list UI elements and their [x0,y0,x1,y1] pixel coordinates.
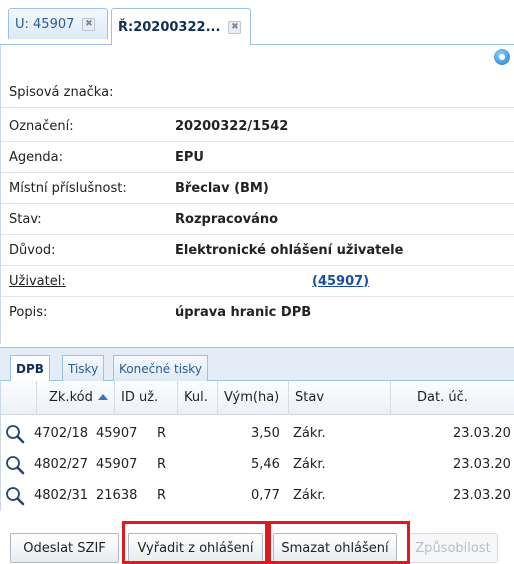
field-value: Elektronické ohlášení uživatele [175,242,404,258]
field-popis: Popis: úprava hranic DPB [1,297,514,328]
cell-stav: Zákr. [293,488,326,503]
cell-vymera: 3,50 [251,426,280,441]
user-label-link[interactable]: Uživatel: [9,274,66,289]
tab-request[interactable]: Ř:20200322... ✖ [111,8,251,45]
cell-zk-kod: 4702/18 [34,426,89,441]
field-stav: Stav: Rozpracováno [1,204,514,235]
field-mistni-prislusnost: Místní příslušnost: Břeclav (BM) [1,173,514,204]
header-dat-uc[interactable]: Dat. úč. [391,381,514,415]
field-value: EPU [175,149,204,165]
tab-user[interactable]: U: 45907 ✖ [8,8,108,39]
cell-kul: R [157,457,167,472]
field-label: Spisová značka: [9,84,114,100]
cell-vymera: 0,77 [251,488,280,503]
header-stav[interactable]: Stav [289,381,391,415]
action-bar: Odeslat SZIF Vyřadit z ohlášení Smazat o… [0,517,514,564]
cell-dat-uc: 23.03.20 [453,426,511,441]
field-uzivatel: Uživatel: (45907) [1,266,514,297]
refresh-icon[interactable] [494,49,510,65]
tab-label: U: 45907 [15,16,75,32]
field-agenda: Agenda: EPU [1,142,514,173]
cell-id-uz: 21638 [96,488,138,503]
table-row[interactable]: 4802/27 45907 R 5,46 Zákr. 23.03.20 [1,449,514,480]
field-value: Rozpracováno [175,211,279,227]
cell-vymera: 5,46 [251,457,280,472]
field-label: Stav: [9,211,42,227]
magnifier-icon[interactable] [5,486,25,506]
tab-konecne-tisky[interactable]: Konečné tisky [113,355,208,381]
field-label: Agenda: [9,149,63,165]
cell-id-uz: 45907 [96,457,138,472]
user-id-link[interactable]: (45907) [312,274,369,289]
cell-zk-kod: 4802/31 [34,488,89,503]
header-zk-kod[interactable]: Zk.kód [37,381,115,415]
field-duvod: Důvod: Elektronické ohlášení uživatele [1,235,514,266]
field-label: Označení: [9,118,74,134]
header-vymera[interactable]: Vým(ha) [218,381,289,415]
dpb-grid: Zk.kód ID už. Kul. Vým(ha) Stav Dat. úč.… [0,381,514,511]
magnifier-icon[interactable] [5,424,25,444]
field-value: 20200322/1542 [175,118,289,134]
table-row[interactable]: 4702/18 45907 R 3,50 Zákr. 23.03.20 [1,418,514,449]
odeslat-szif-button[interactable]: Odeslat SZIF [10,533,119,563]
cell-id-uz: 45907 [96,426,138,441]
tab-tisky[interactable]: Tisky [62,355,105,381]
cell-stav: Zákr. [293,426,326,441]
cell-kul: R [157,488,167,503]
close-icon[interactable]: ✖ [228,20,242,34]
field-value: úprava hranic DPB [175,305,312,320]
field-label: Popis: [9,305,48,320]
cell-kul: R [157,426,167,441]
document-tabbar: U: 45907 ✖ Ř:20200322... ✖ [0,0,514,45]
cell-stav: Zákr. [293,457,326,472]
field-oznaceni: Označení: 20200322/1542 [1,111,514,142]
close-icon[interactable]: ✖ [82,17,96,31]
highlight-box [268,521,410,564]
cell-zk-kod: 4802/27 [34,457,89,472]
request-detail-panel: Spisová značka: Označení: 20200322/1542 … [0,45,514,344]
tab-dpb[interactable]: DPB [10,355,50,382]
field-label: Místní příslušnost: [9,180,127,196]
header-kul[interactable]: Kul. [178,381,218,415]
sort-ascending-icon [97,394,108,400]
magnifier-icon[interactable] [5,455,25,475]
zpusobilost-button[interactable]: Způsobilost [408,533,498,563]
field-spisova-znacka: Spisová značka: [1,77,514,108]
tab-label: Ř:20200322... [118,19,221,35]
cell-dat-uc: 23.03.20 [453,488,511,503]
detail-tabbar: DPB Tisky Konečné tisky [0,347,514,382]
header-spacer [1,381,37,415]
table-row[interactable]: 4802/31 21638 R 0,77 Zákr. 23.03.20 [1,480,514,511]
field-value: Břeclav (BM) [175,180,269,196]
grid-header: Zk.kód ID už. Kul. Vým(ha) Stav Dat. úč. [1,381,514,415]
header-label: Zk.kód [49,390,93,405]
header-id-uz[interactable]: ID už. [115,381,178,415]
field-label: Důvod: [9,242,56,258]
cell-dat-uc: 23.03.20 [453,457,511,472]
highlight-box [122,521,268,564]
